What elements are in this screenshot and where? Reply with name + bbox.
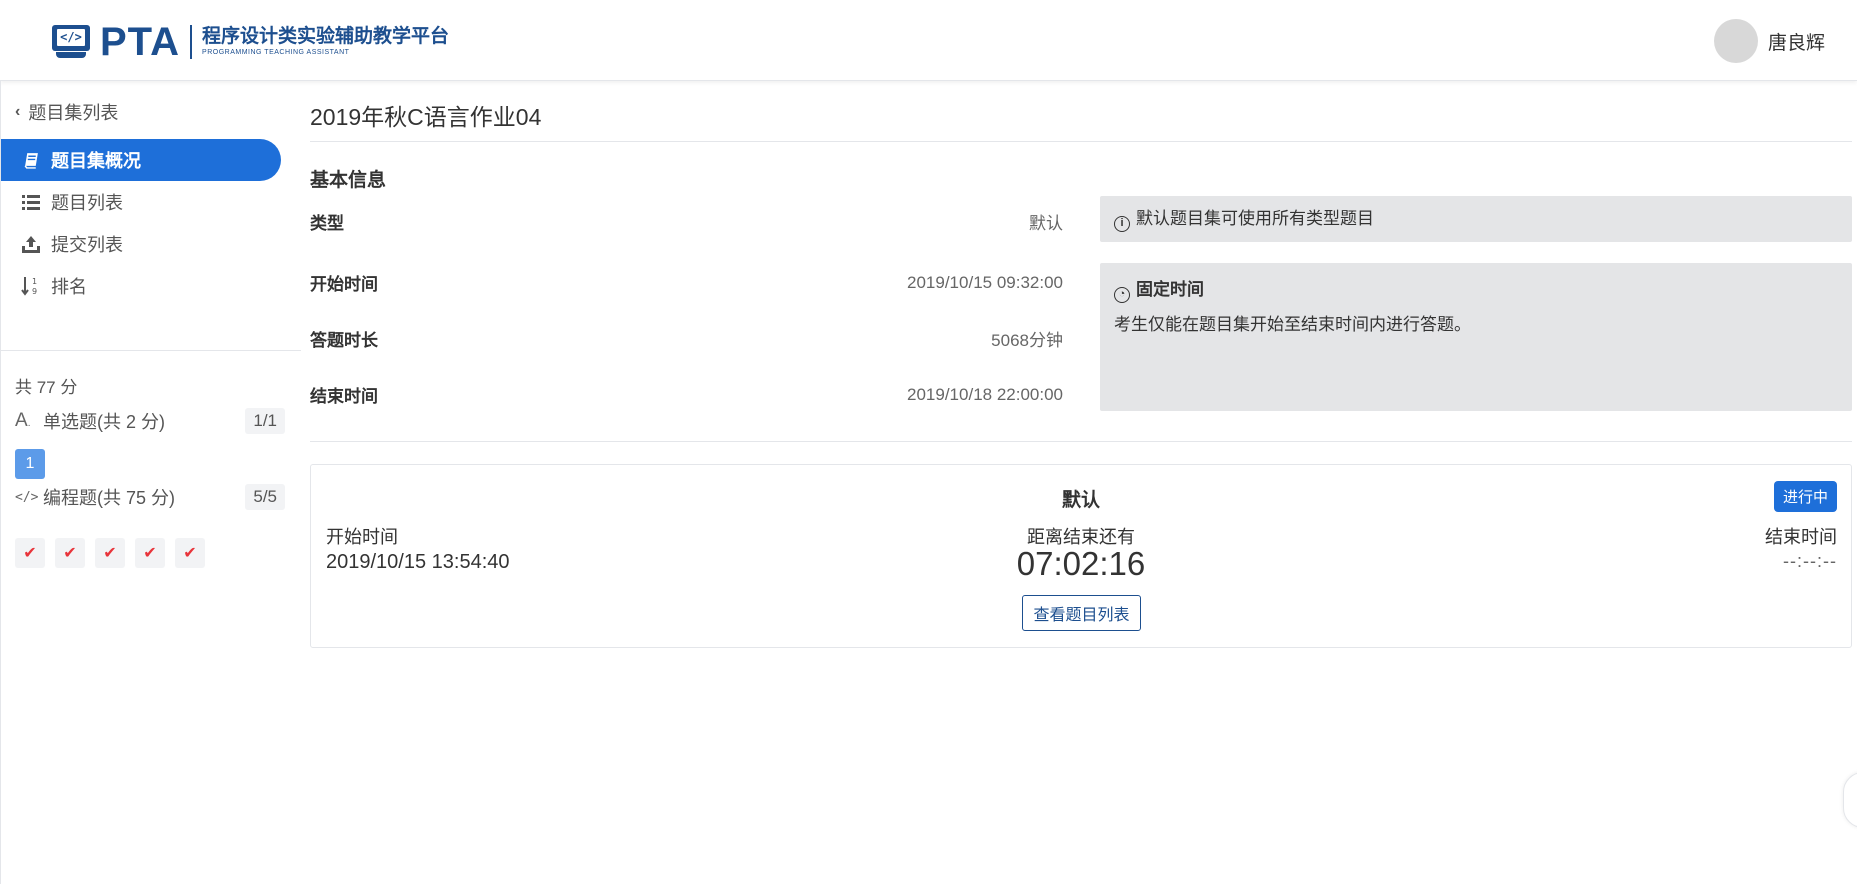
back-to-problem-sets-link[interactable]: ‹ 题目集列表	[15, 99, 118, 125]
question-item[interactable]: 1	[15, 449, 45, 479]
question-type-label: 单选题(共 2 分)	[43, 412, 166, 432]
sidebar-item-submissions[interactable]: 提交列表	[1, 223, 281, 265]
sidebar-item-label: 提交列表	[51, 235, 123, 255]
info-icon: i	[1114, 216, 1130, 232]
sidebar: ‹ 题目集列表 题目集概况 题目列表 提交列表 19 排名 共 77 分 A. …	[0, 81, 301, 884]
info-label: 开始时间	[310, 275, 378, 294]
card-end-value: --:--:--	[1783, 551, 1837, 571]
info-value: 2019/10/18 22:00:00	[907, 384, 1063, 404]
title-divider	[310, 141, 1852, 142]
question-type-label: 编程题(共 75 分)	[43, 488, 176, 508]
sidebar-item-problem-list[interactable]: 题目列表	[1, 181, 281, 223]
card-end-label: 结束时间	[1765, 527, 1837, 547]
info-label: 类型	[310, 214, 344, 233]
pta-logo[interactable]: </> PTA 程序设计类实验辅助教学平台 PROGRAMMING TEACHI…	[52, 22, 449, 62]
monitor-code-icon: </>	[52, 25, 90, 59]
question-type-single-choice: A. 单选题(共 2 分) 1/1	[15, 408, 285, 434]
logo-subtitle-cn: 程序设计类实验辅助教学平台	[202, 26, 450, 47]
info-row-end-time: 结束时间 2019/10/18 22:00:00	[310, 382, 1063, 407]
back-link-label: 题目集列表	[28, 103, 119, 123]
view-problem-list-button[interactable]: 查看题目列表	[1022, 595, 1141, 631]
question-type-count: 5/5	[245, 484, 285, 510]
page-title: 2019年秋C语言作业04	[310, 104, 542, 130]
sidebar-item-label: 排名	[51, 277, 87, 297]
code-icon: </>	[15, 489, 39, 505]
countdown-timer: 07:02:16	[1016, 545, 1146, 582]
clock-icon: ◔	[1114, 287, 1130, 303]
type-note-text: 默认题目集可使用所有类型题目	[1136, 209, 1374, 228]
sidebar-item-label: 题目集概况	[51, 151, 141, 171]
card-title: 默认	[1061, 490, 1100, 511]
info-label: 答题时长	[310, 331, 378, 350]
info-value: 默认	[1029, 214, 1063, 233]
chevron-left-icon: ‹	[15, 103, 21, 120]
info-value: 2019/10/15 09:32:00	[907, 272, 1063, 292]
info-value: 5068分钟	[991, 331, 1063, 350]
question-item-check-icon[interactable]: ✔	[15, 538, 45, 568]
time-note-body: 考生仅能在题目集开始至结束时间内进行答题。	[1114, 315, 1471, 334]
exam-session-card: 默认 进行中 开始时间 2019/10/15 13:54:40 距离结束还有 0…	[310, 464, 1852, 648]
total-score: 共 77 分	[15, 378, 78, 397]
logo-divider	[190, 25, 193, 59]
info-label: 结束时间	[310, 387, 378, 406]
floating-side-button[interactable]	[1843, 772, 1857, 828]
question-item-check-icon[interactable]: ✔	[95, 538, 125, 568]
status-badge: 进行中	[1773, 481, 1837, 512]
question-item-check-icon[interactable]: ✔	[55, 538, 85, 568]
info-row-duration: 答题时长 5068分钟	[310, 326, 1063, 351]
sort-numeric-icon: 19	[21, 276, 41, 296]
time-mode-note: ◔ 固定时间 考生仅能在题目集开始至结束时间内进行答题。	[1100, 263, 1852, 411]
sidebar-divider	[1, 350, 301, 351]
logo-subtitle-en: PROGRAMMING TEACHING ASSISTANT	[202, 49, 350, 56]
question-item-check-icon[interactable]: ✔	[175, 538, 205, 568]
question-type-programming: </> 编程题(共 75 分) 5/5	[15, 484, 285, 510]
choice-icon: A.	[15, 410, 31, 431]
info-row-type: 类型 默认	[310, 209, 1063, 234]
sidebar-item-overview[interactable]: 题目集概况	[1, 139, 281, 181]
user-name[interactable]: 唐良辉	[1768, 28, 1825, 55]
section-divider	[310, 441, 1852, 442]
user-menu[interactable]: 唐良辉	[1713, 19, 1825, 63]
question-type-count: 1/1	[245, 408, 285, 434]
section-title-basic-info: 基本信息	[310, 170, 387, 191]
logo-subtitle: 程序设计类实验辅助教学平台 PROGRAMMING TEACHING ASSIS…	[202, 26, 449, 58]
upload-icon	[21, 235, 41, 253]
info-row-start-time: 开始时间 2019/10/15 09:32:00	[310, 270, 1063, 295]
sidebar-item-ranking[interactable]: 19 排名	[1, 265, 281, 307]
sidebar-item-label: 题目列表	[51, 193, 123, 213]
list-icon	[21, 194, 41, 210]
svg-text:9: 9	[32, 287, 37, 296]
time-note-heading: 固定时间	[1136, 280, 1204, 299]
question-item-check-icon[interactable]: ✔	[135, 538, 165, 568]
top-header: </> PTA 程序设计类实验辅助教学平台 PROGRAMMING TEACHI…	[0, 0, 1857, 81]
svg-text:1: 1	[32, 277, 37, 286]
book-icon	[21, 152, 41, 169]
logo-wordmark: PTA	[100, 20, 181, 64]
type-note: i 默认题目集可使用所有类型题目	[1100, 196, 1852, 242]
avatar[interactable]	[1713, 19, 1758, 63]
